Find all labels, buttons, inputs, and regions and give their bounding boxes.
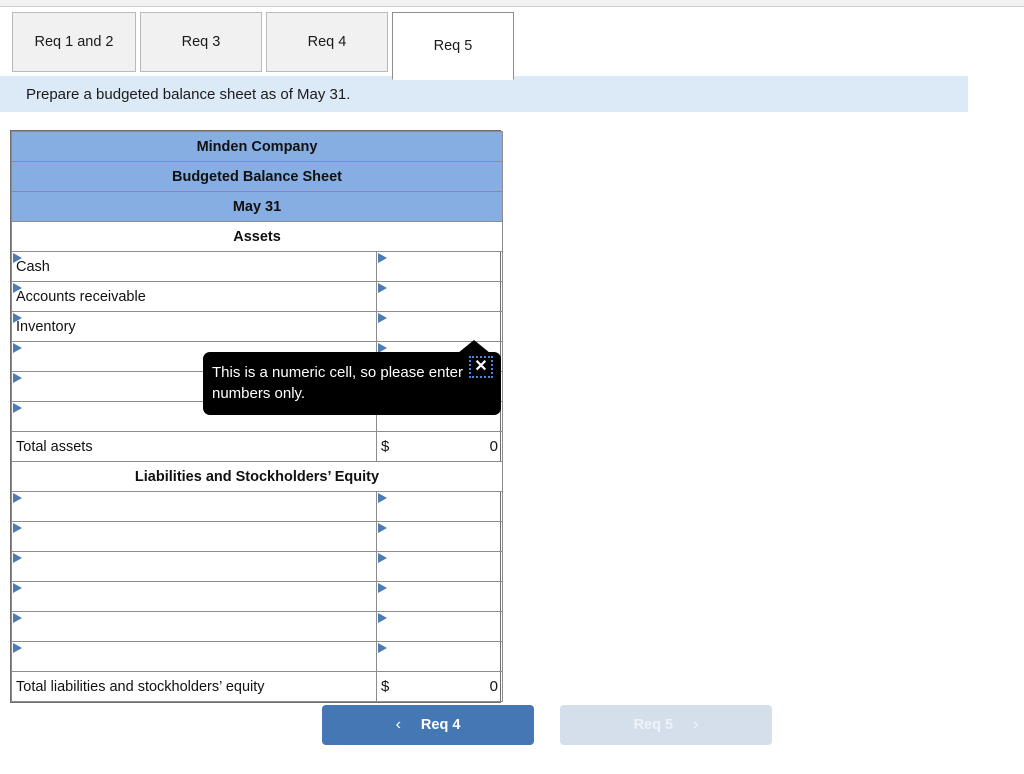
currency-symbol: $ xyxy=(381,438,390,455)
tab-req-4[interactable]: Req 4 xyxy=(266,12,388,72)
table-row: Cash xyxy=(11,251,503,282)
table-row: Minden Company xyxy=(11,131,503,162)
tab-list: Req 1 and 2 Req 3 Req 4 Req 5 xyxy=(12,12,518,80)
liability-row-value-cell[interactable] xyxy=(376,611,503,642)
liability-row-label-cell[interactable] xyxy=(11,521,377,552)
instruction-text: Prepare a budgeted balance sheet as of M… xyxy=(26,85,351,103)
liability-row-value-cell[interactable] xyxy=(376,491,503,522)
table-row xyxy=(11,521,503,552)
tab-label: Req 1 and 2 xyxy=(34,34,114,50)
bottom-navigation: ‹ Req 4 Req 5 › xyxy=(0,705,1024,749)
table-row xyxy=(11,551,503,582)
table-row: May 31 xyxy=(11,191,503,222)
total-assets-label: Total assets xyxy=(11,431,377,462)
asset-row-value-cell[interactable] xyxy=(376,251,503,282)
asset-row-value-cell[interactable] xyxy=(376,281,503,312)
table-row xyxy=(11,581,503,612)
tooltip-caret-icon xyxy=(458,340,490,353)
tab-req-1-and-2[interactable]: Req 1 and 2 xyxy=(12,12,136,72)
table-row: Assets xyxy=(11,221,503,252)
liability-row-label-cell[interactable] xyxy=(11,551,377,582)
tab-req-5[interactable]: Req 5 xyxy=(392,12,514,80)
sheet-date-title: May 31 xyxy=(11,191,503,222)
currency-symbol: $ xyxy=(381,678,390,695)
table-row xyxy=(11,611,503,642)
numeric-cell-tooltip: ✕ This is a numeric cell, so please ente… xyxy=(203,340,501,415)
table-row: Total assets $ 0 xyxy=(11,431,503,462)
tab-label: Req 5 xyxy=(433,38,473,54)
liability-row-value-cell[interactable] xyxy=(376,581,503,612)
window-top-strip xyxy=(0,0,1024,7)
liability-row-label-cell[interactable] xyxy=(11,581,377,612)
budgeted-balance-sheet: Minden Company Budgeted Balance Sheet Ma… xyxy=(10,130,503,703)
sheet-statement-title: Budgeted Balance Sheet xyxy=(11,161,503,192)
total-assets-amount: 0 xyxy=(489,438,498,455)
liability-row-label-cell[interactable] xyxy=(11,491,377,522)
liabilities-section-heading: Liabilities and Stockholders’ Equity xyxy=(11,461,503,492)
assets-section-heading: Assets xyxy=(11,221,503,252)
balance-sheet-table: Minden Company Budgeted Balance Sheet Ma… xyxy=(11,131,503,702)
table-row: Total liabilities and stockholders’ equi… xyxy=(11,671,503,702)
liability-row-value-cell[interactable] xyxy=(376,521,503,552)
table-row xyxy=(11,641,503,672)
chevron-right-icon: › xyxy=(693,716,699,733)
asset-row-label-cell[interactable]: Accounts receivable xyxy=(11,281,377,312)
table-row: Inventory xyxy=(11,311,503,342)
total-liabilities-value-cell: $ 0 xyxy=(376,671,503,702)
total-liabilities-amount: 0 xyxy=(489,678,498,695)
liability-row-label-cell[interactable] xyxy=(11,641,377,672)
asset-row-label-cell[interactable]: Inventory xyxy=(11,311,377,342)
next-button-label: Req 5 xyxy=(633,717,674,733)
total-liabilities-label: Total liabilities and stockholders’ equi… xyxy=(11,671,377,702)
instruction-banner: Prepare a budgeted balance sheet as of M… xyxy=(0,76,968,112)
table-row: Budgeted Balance Sheet xyxy=(11,161,503,192)
chevron-left-icon: ‹ xyxy=(395,716,401,733)
total-assets-value-cell: $ 0 xyxy=(376,431,503,462)
sheet-company-title: Minden Company xyxy=(11,131,503,162)
liability-row-label-cell[interactable] xyxy=(11,611,377,642)
asset-row-value-cell[interactable] xyxy=(376,311,503,342)
asset-row-label-cell[interactable]: Cash xyxy=(11,251,377,282)
tab-req-3[interactable]: Req 3 xyxy=(140,12,262,72)
table-row xyxy=(11,491,503,522)
prev-button-label: Req 4 xyxy=(420,717,461,733)
liability-row-value-cell[interactable] xyxy=(376,641,503,672)
table-row: Liabilities and Stockholders’ Equity xyxy=(11,461,503,492)
table-row: Accounts receivable xyxy=(11,281,503,312)
prev-requirement-button[interactable]: ‹ Req 4 xyxy=(322,705,534,745)
next-requirement-button[interactable]: Req 5 › xyxy=(560,705,772,745)
tab-bar: Req 1 and 2 Req 3 Req 4 Req 5 xyxy=(0,8,1024,80)
liability-row-value-cell[interactable] xyxy=(376,551,503,582)
close-icon[interactable]: ✕ xyxy=(469,356,493,378)
tab-label: Req 3 xyxy=(181,34,221,50)
tab-label: Req 4 xyxy=(307,34,347,50)
tooltip-message: This is a numeric cell, so please enter … xyxy=(212,364,463,402)
